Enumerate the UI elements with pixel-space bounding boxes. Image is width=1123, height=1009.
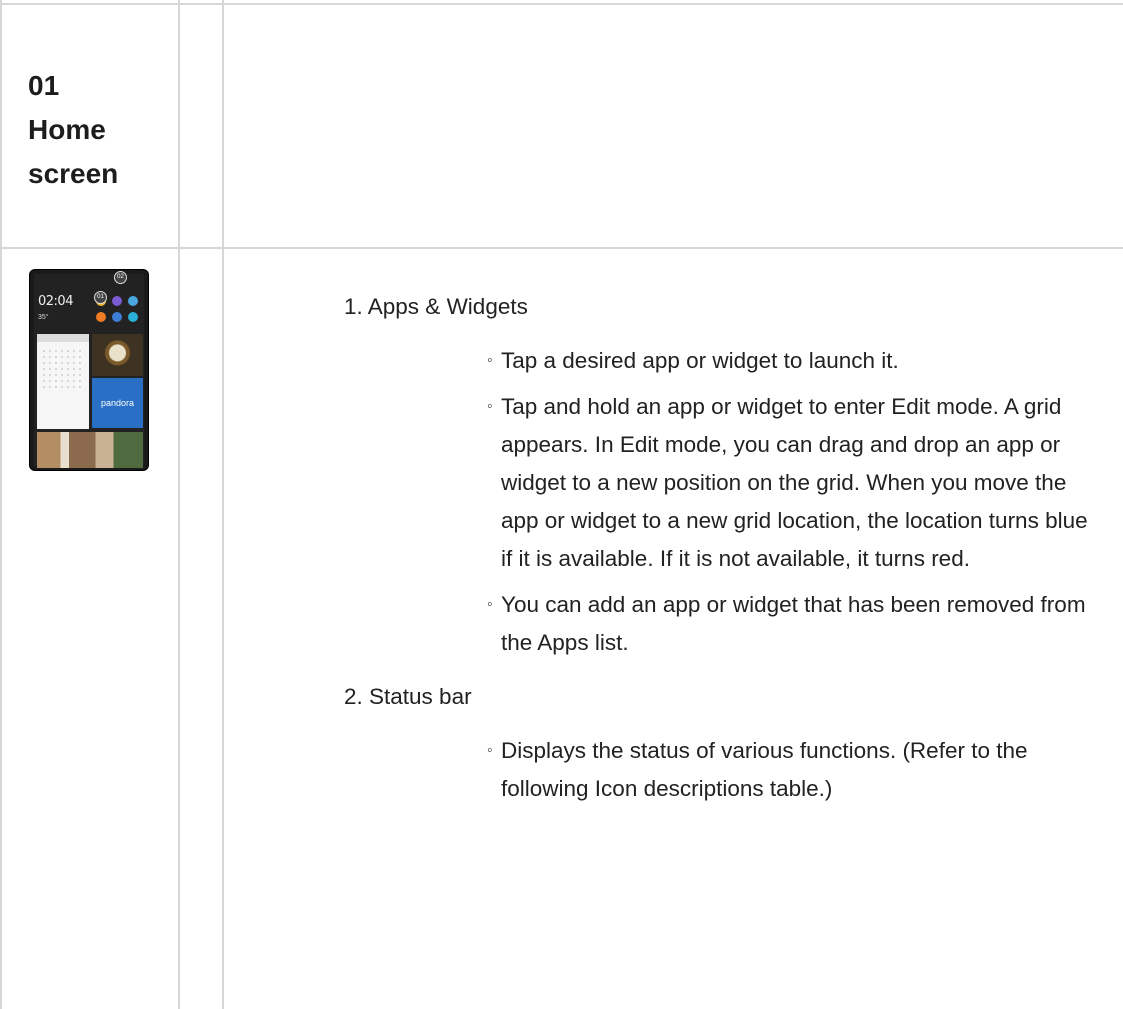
list-item: ◦ Tap and hold an app or widget to enter … <box>487 388 1104 578</box>
calendar-widget <box>37 334 89 429</box>
device-screen: 02:04 35° pandora <box>34 274 144 468</box>
app-icon <box>128 312 138 322</box>
table-column-divider-1 <box>178 0 180 1009</box>
section-title-line-1: Home <box>28 114 106 145</box>
app-icon <box>96 312 106 322</box>
list-item: ◦ You can add an app or widget that has b… <box>487 586 1104 662</box>
photo-widget <box>92 334 143 376</box>
item-title-status-bar: 2. Status bar <box>344 684 472 709</box>
list-item: ◦ Tap a desired app or widget to launch i… <box>487 342 1104 380</box>
app-icon <box>112 312 122 322</box>
table-row-divider <box>0 247 1123 249</box>
section-title: 01 Home screen <box>28 64 118 196</box>
callout-02: 02 <box>114 271 127 284</box>
table-column-divider-2 <box>222 0 224 1009</box>
bullet-list: ◦ Tap a desired app or widget to launch i… <box>344 342 1104 662</box>
device-weather: 35° <box>38 314 49 321</box>
photo-strip-widget <box>37 432 143 468</box>
app-icon <box>128 296 138 306</box>
table-border-top <box>0 3 1123 5</box>
description-list: 1. Apps & Widgets ◦ Tap a desired app or … <box>344 288 1104 824</box>
list-item: ◦ Displays the status of various function… <box>487 732 1104 808</box>
section-title-line-2: screen <box>28 158 119 189</box>
app-icon <box>112 296 122 306</box>
item-title-apps-widgets: 1. Apps & Widgets <box>344 294 528 319</box>
pandora-widget: pandora <box>92 378 143 428</box>
home-screen-thumbnail: 02:04 35° pandora 01 02 <box>30 270 148 470</box>
bullet-list: ◦ Displays the status of various function… <box>344 732 1104 808</box>
bullet-marker: ◦ <box>487 398 493 415</box>
table-border-left <box>0 0 2 1009</box>
device-clock: 02:04 <box>38 294 73 309</box>
bullet-marker: ◦ <box>487 742 493 759</box>
bullet-marker: ◦ <box>487 596 493 613</box>
section-number: 01 <box>28 70 60 101</box>
bullet-marker: ◦ <box>487 352 493 369</box>
callout-01: 01 <box>94 291 107 304</box>
